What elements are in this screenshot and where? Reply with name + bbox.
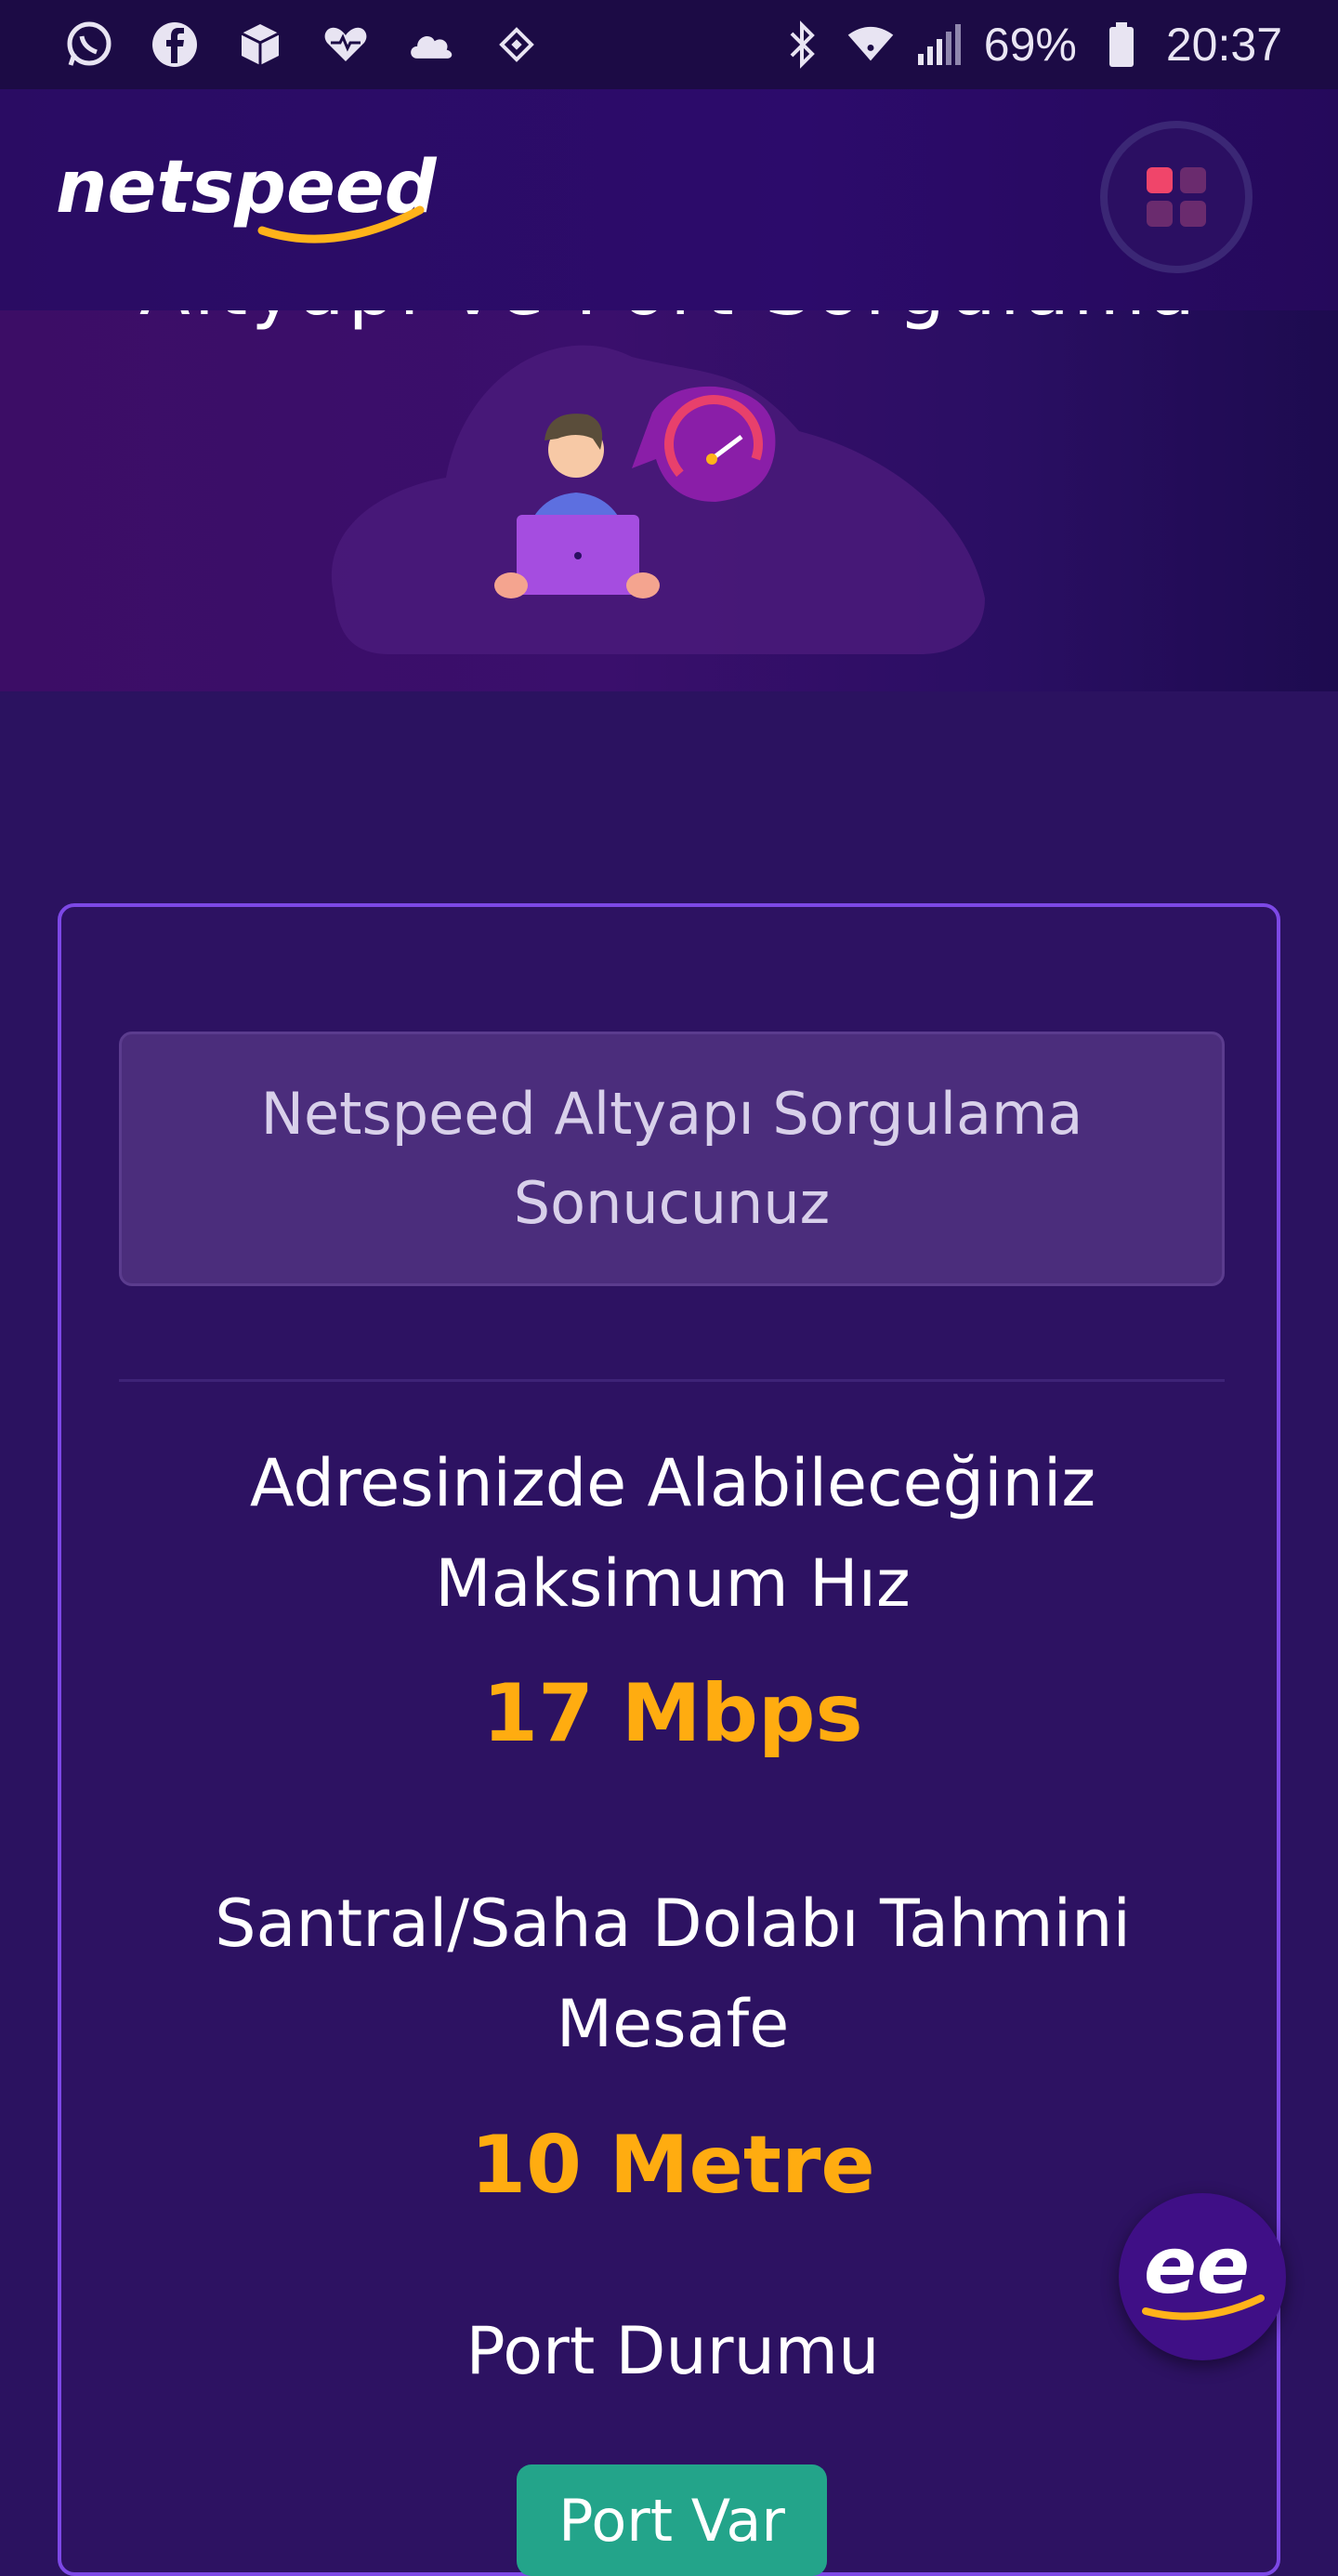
menu-button[interactable] [1100,121,1253,273]
status-bar: 69% 20:37 [0,0,1338,89]
status-bar-left [65,20,541,69]
svg-text:ee: ee [1144,2226,1250,2311]
site-header: netspeed [0,89,1338,310]
clock: 20:37 [1165,19,1282,71]
heart-monitor-icon [321,20,370,69]
distance-value: 10 Metre [470,2119,875,2212]
port-status-label: Port Durumu [466,2313,880,2389]
hero-illustration [331,345,985,654]
whatsapp-icon [65,20,113,69]
grid-menu-icon [1147,167,1206,227]
chat-logo-icon: ee [1142,2226,1265,2320]
binance-icon [492,20,541,69]
facebook-icon [151,20,199,69]
svg-text:netspeed: netspeed [56,146,438,230]
max-speed-label: Adresinizde Alabileceğiniz Maksimum Hız [249,1445,1096,1622]
bluetooth-icon [778,20,826,69]
cloud-icon [407,20,455,69]
divider [119,1379,1225,1382]
chat-button[interactable]: ee [1119,2193,1286,2360]
distance-label: Santral/Saha Dolabı Tahmini Mesafe [215,1886,1131,2062]
max-speed-value: 17 Mbps [482,1667,863,1760]
signal-icon [915,20,964,69]
hero-banner: Altyapı ve Port Sorgulama [0,310,1338,691]
result-card: Netspeed Altyapı Sorgulama Sonucunuz Adr… [58,903,1280,2576]
netspeed-logo[interactable]: netspeed [56,145,446,256]
port-status-button[interactable]: Port Var [517,2464,827,2576]
status-bar-right: 69% 20:37 [778,18,1282,72]
wifi-icon [846,20,895,69]
battery-percent: 69% [983,19,1077,71]
battery-icon [1097,20,1146,69]
result-heading: Netspeed Altyapı Sorgulama Sonucunuz [119,1032,1225,1286]
package-icon [236,20,284,69]
